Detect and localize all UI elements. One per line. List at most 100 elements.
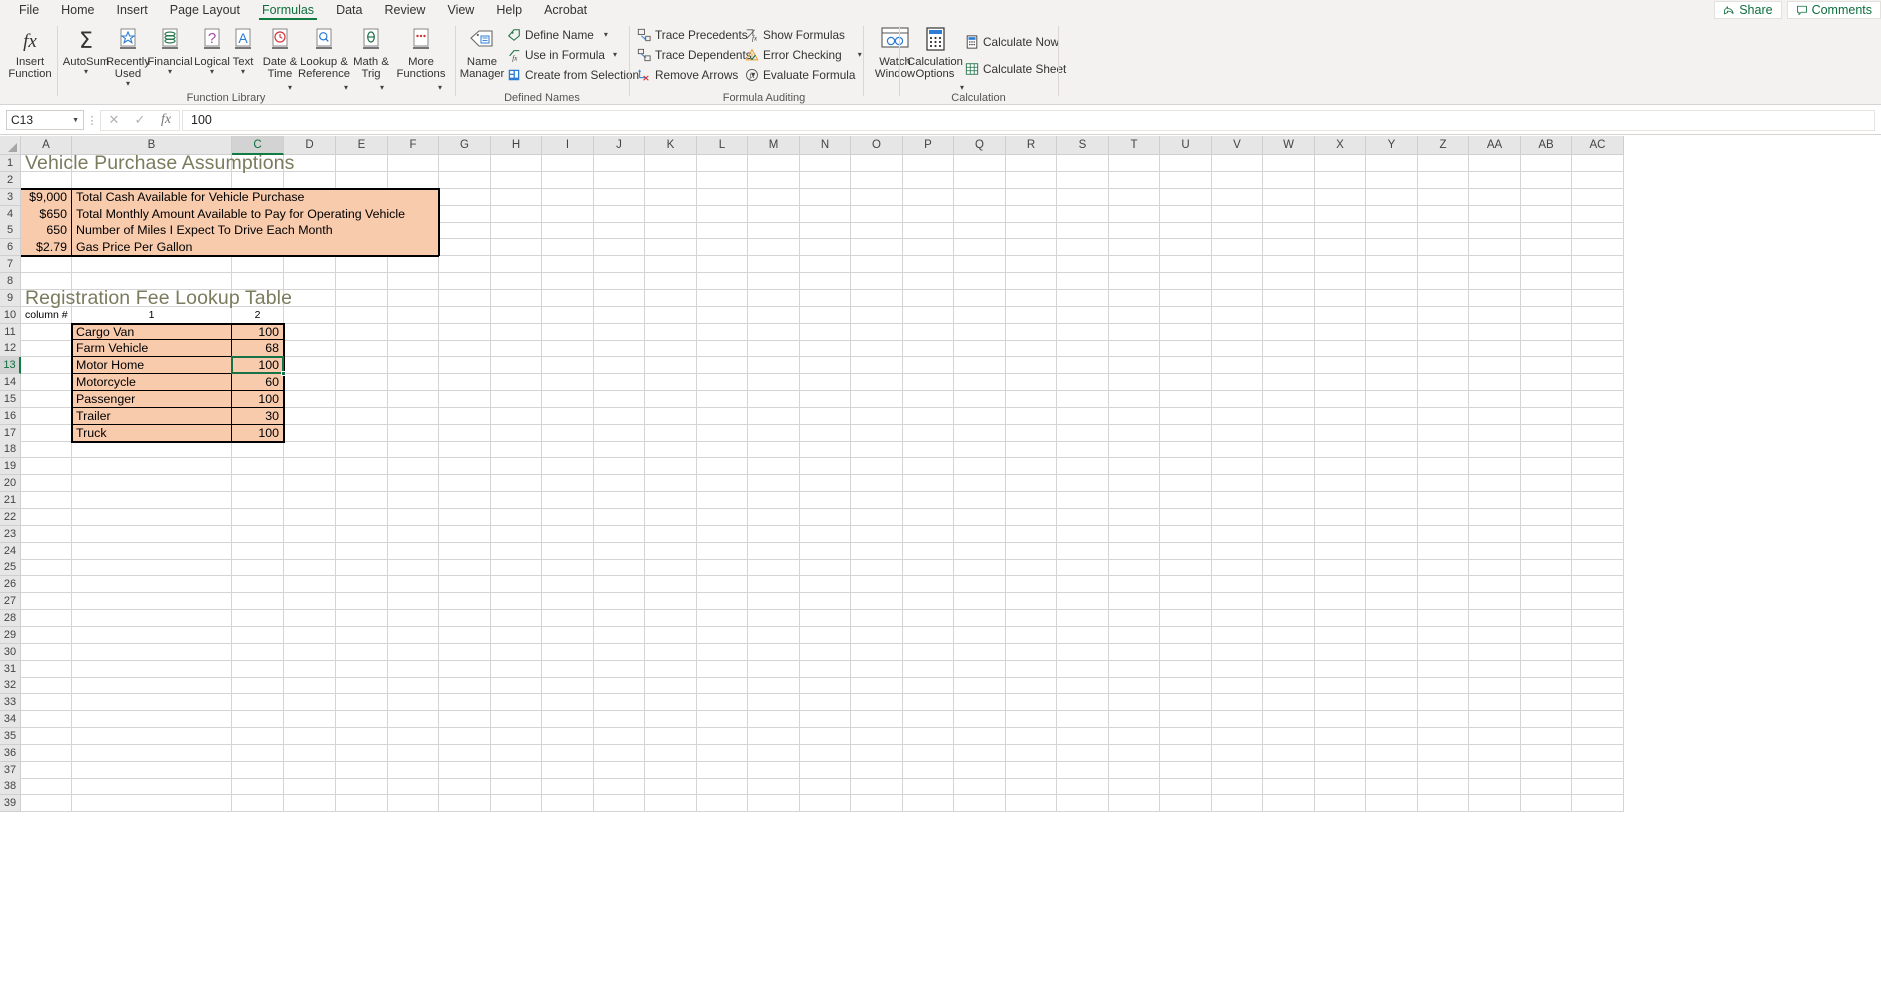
column-header-E[interactable]: E [336, 136, 388, 155]
column-header-I[interactable]: I [542, 136, 594, 155]
chevron-down-icon[interactable]: ▾ [960, 84, 964, 92]
fill-handle[interactable] [281, 371, 286, 376]
ribbon-tab-page-layout[interactable]: Page Layout [159, 0, 251, 20]
formula-input[interactable]: 100 [182, 109, 1875, 131]
column-header-F[interactable]: F [388, 136, 439, 155]
cell-B4[interactable]: Total Monthly Amount Available to Pay fo… [72, 206, 452, 222]
cell-C10[interactable]: 2 [232, 307, 283, 323]
row-header-39[interactable]: 39 [0, 795, 21, 812]
comments-button[interactable]: Comments [1786, 1, 1881, 19]
chevron-down-icon[interactable]: ▾ [858, 51, 862, 59]
show-formulas-button[interactable]: fx Show Formulas [744, 25, 845, 45]
cell-A6[interactable]: $2.79 [21, 239, 71, 255]
cancel-edit-icon[interactable]: ✕ [101, 111, 127, 130]
column-header-AB[interactable]: AB [1521, 136, 1572, 155]
column-header-P[interactable]: P [903, 136, 954, 155]
row-header-26[interactable]: 26 [0, 576, 21, 593]
sheet-title-registration-fee-lookup-table[interactable]: Registration Fee Lookup Table [21, 287, 441, 309]
row-header-32[interactable]: 32 [0, 677, 21, 694]
row-header-5[interactable]: 5 [0, 222, 21, 239]
cell-C11[interactable]: 100 [232, 324, 283, 340]
column-header-N[interactable]: N [800, 136, 851, 155]
cell-A3[interactable]: $9,000 [21, 189, 71, 205]
row-header-16[interactable]: 16 [0, 408, 21, 425]
math-trig-button[interactable]: Math & Trig [348, 24, 394, 96]
trace-precedents-button[interactable]: Trace Precedents [636, 25, 748, 45]
cell-B12[interactable]: Farm Vehicle [72, 340, 231, 356]
chevron-down-icon[interactable]: ▾ [288, 84, 292, 92]
cell-B6[interactable]: Gas Price Per Gallon [72, 239, 452, 255]
chevron-down-icon[interactable]: ▾ [604, 31, 608, 39]
define-name-button[interactable]: Define Name ▾ [506, 25, 608, 45]
create-from-selection-button[interactable]: Create from Selection [506, 65, 639, 85]
insert-function-icon[interactable]: fx [153, 111, 179, 130]
cell-C16[interactable]: 30 [232, 408, 283, 424]
ribbon-tab-view[interactable]: View [436, 0, 485, 20]
row-header-9[interactable]: 9 [0, 290, 21, 307]
more-functions-button[interactable]: More Functions [390, 24, 452, 96]
row-header-17[interactable]: 17 [0, 425, 21, 442]
row-header-2[interactable]: 2 [0, 172, 21, 189]
row-header-38[interactable]: 38 [0, 778, 21, 795]
chevron-down-icon[interactable]: ▾ [613, 51, 617, 59]
column-header-Y[interactable]: Y [1366, 136, 1418, 155]
cell-C14[interactable]: 60 [232, 374, 283, 390]
cell-B5[interactable]: Number of Miles I Expect To Drive Each M… [72, 222, 452, 238]
column-header-J[interactable]: J [594, 136, 645, 155]
sheet-title-vehicle-purchase-assumptions[interactable]: Vehicle Purchase Assumptions [21, 152, 441, 174]
name-manager-button[interactable]: Name Manager [456, 24, 508, 96]
formula-bar-grip[interactable]: ⋮ [84, 114, 100, 127]
cell-C12[interactable]: 68 [232, 340, 283, 356]
chevron-down-icon[interactable]: ▾ [168, 68, 172, 76]
row-header-10[interactable]: 10 [0, 307, 21, 324]
cell-B3[interactable]: Total Cash Available for Vehicle Purchas… [72, 189, 452, 205]
cell-B10[interactable]: 1 [72, 307, 231, 323]
use-in-formula-button[interactable]: fx Use in Formula ▾ [506, 45, 617, 65]
select-all-corner[interactable] [0, 136, 21, 155]
row-header-24[interactable]: 24 [0, 543, 21, 560]
calculation-options-button[interactable]: Calculation Options [904, 24, 966, 96]
row-header-7[interactable]: 7 [0, 256, 21, 273]
row-header-28[interactable]: 28 [0, 610, 21, 627]
chevron-down-icon[interactable]: ▾ [241, 68, 245, 76]
share-button[interactable]: Share [1714, 1, 1782, 19]
cell-B13[interactable]: Motor Home [72, 357, 231, 373]
column-header-T[interactable]: T [1109, 136, 1160, 155]
cell-B11[interactable]: Cargo Van [72, 324, 231, 340]
row-header-22[interactable]: 22 [0, 509, 21, 526]
ribbon-tab-insert[interactable]: Insert [106, 0, 159, 20]
cell-A5[interactable]: 650 [21, 222, 71, 238]
ribbon-tab-review[interactable]: Review [373, 0, 436, 20]
row-header-29[interactable]: 29 [0, 627, 21, 644]
error-checking-button[interactable]: Error Checking ▾ [744, 45, 862, 65]
spreadsheet-grid[interactable]: A B C D E F G H I J K L M N O P Q R S T U V W X Y Z AA AB AC 1234567… [0, 136, 1881, 987]
row-header-4[interactable]: 4 [0, 206, 21, 223]
cell-B15[interactable]: Passenger [72, 391, 231, 407]
row-header-11[interactable]: 11 [0, 324, 21, 341]
column-header-G[interactable]: G [439, 136, 491, 155]
chevron-down-icon[interactable]: ▼ [72, 117, 79, 124]
chevron-down-icon[interactable]: ▾ [126, 80, 130, 88]
column-header-X[interactable]: X [1315, 136, 1366, 155]
ribbon-tab-help[interactable]: Help [485, 0, 533, 20]
chevron-down-icon[interactable]: ▾ [84, 68, 88, 76]
row-header-8[interactable]: 8 [0, 273, 21, 290]
row-header-3[interactable]: 3 [0, 189, 21, 206]
column-header-R[interactable]: R [1006, 136, 1057, 155]
row-header-25[interactable]: 25 [0, 559, 21, 576]
cell-B14[interactable]: Motorcycle [72, 374, 231, 390]
column-header-M[interactable]: M [748, 136, 800, 155]
column-header-L[interactable]: L [697, 136, 748, 155]
row-header-31[interactable]: 31 [0, 661, 21, 678]
ribbon-tab-acrobat[interactable]: Acrobat [533, 0, 598, 20]
row-header-19[interactable]: 19 [0, 458, 21, 475]
chevron-down-icon[interactable]: ▾ [438, 84, 442, 92]
chevron-down-icon[interactable]: ▾ [380, 84, 384, 92]
row-header-1[interactable]: 1 [0, 155, 21, 172]
cell-B16[interactable]: Trailer [72, 408, 231, 424]
row-header-30[interactable]: 30 [0, 644, 21, 661]
calculate-sheet-button[interactable]: Calculate Sheet [964, 59, 1066, 79]
column-header-H[interactable]: H [491, 136, 542, 155]
row-header-36[interactable]: 36 [0, 745, 21, 762]
calculate-now-button[interactable]: Calculate Now [964, 32, 1059, 52]
